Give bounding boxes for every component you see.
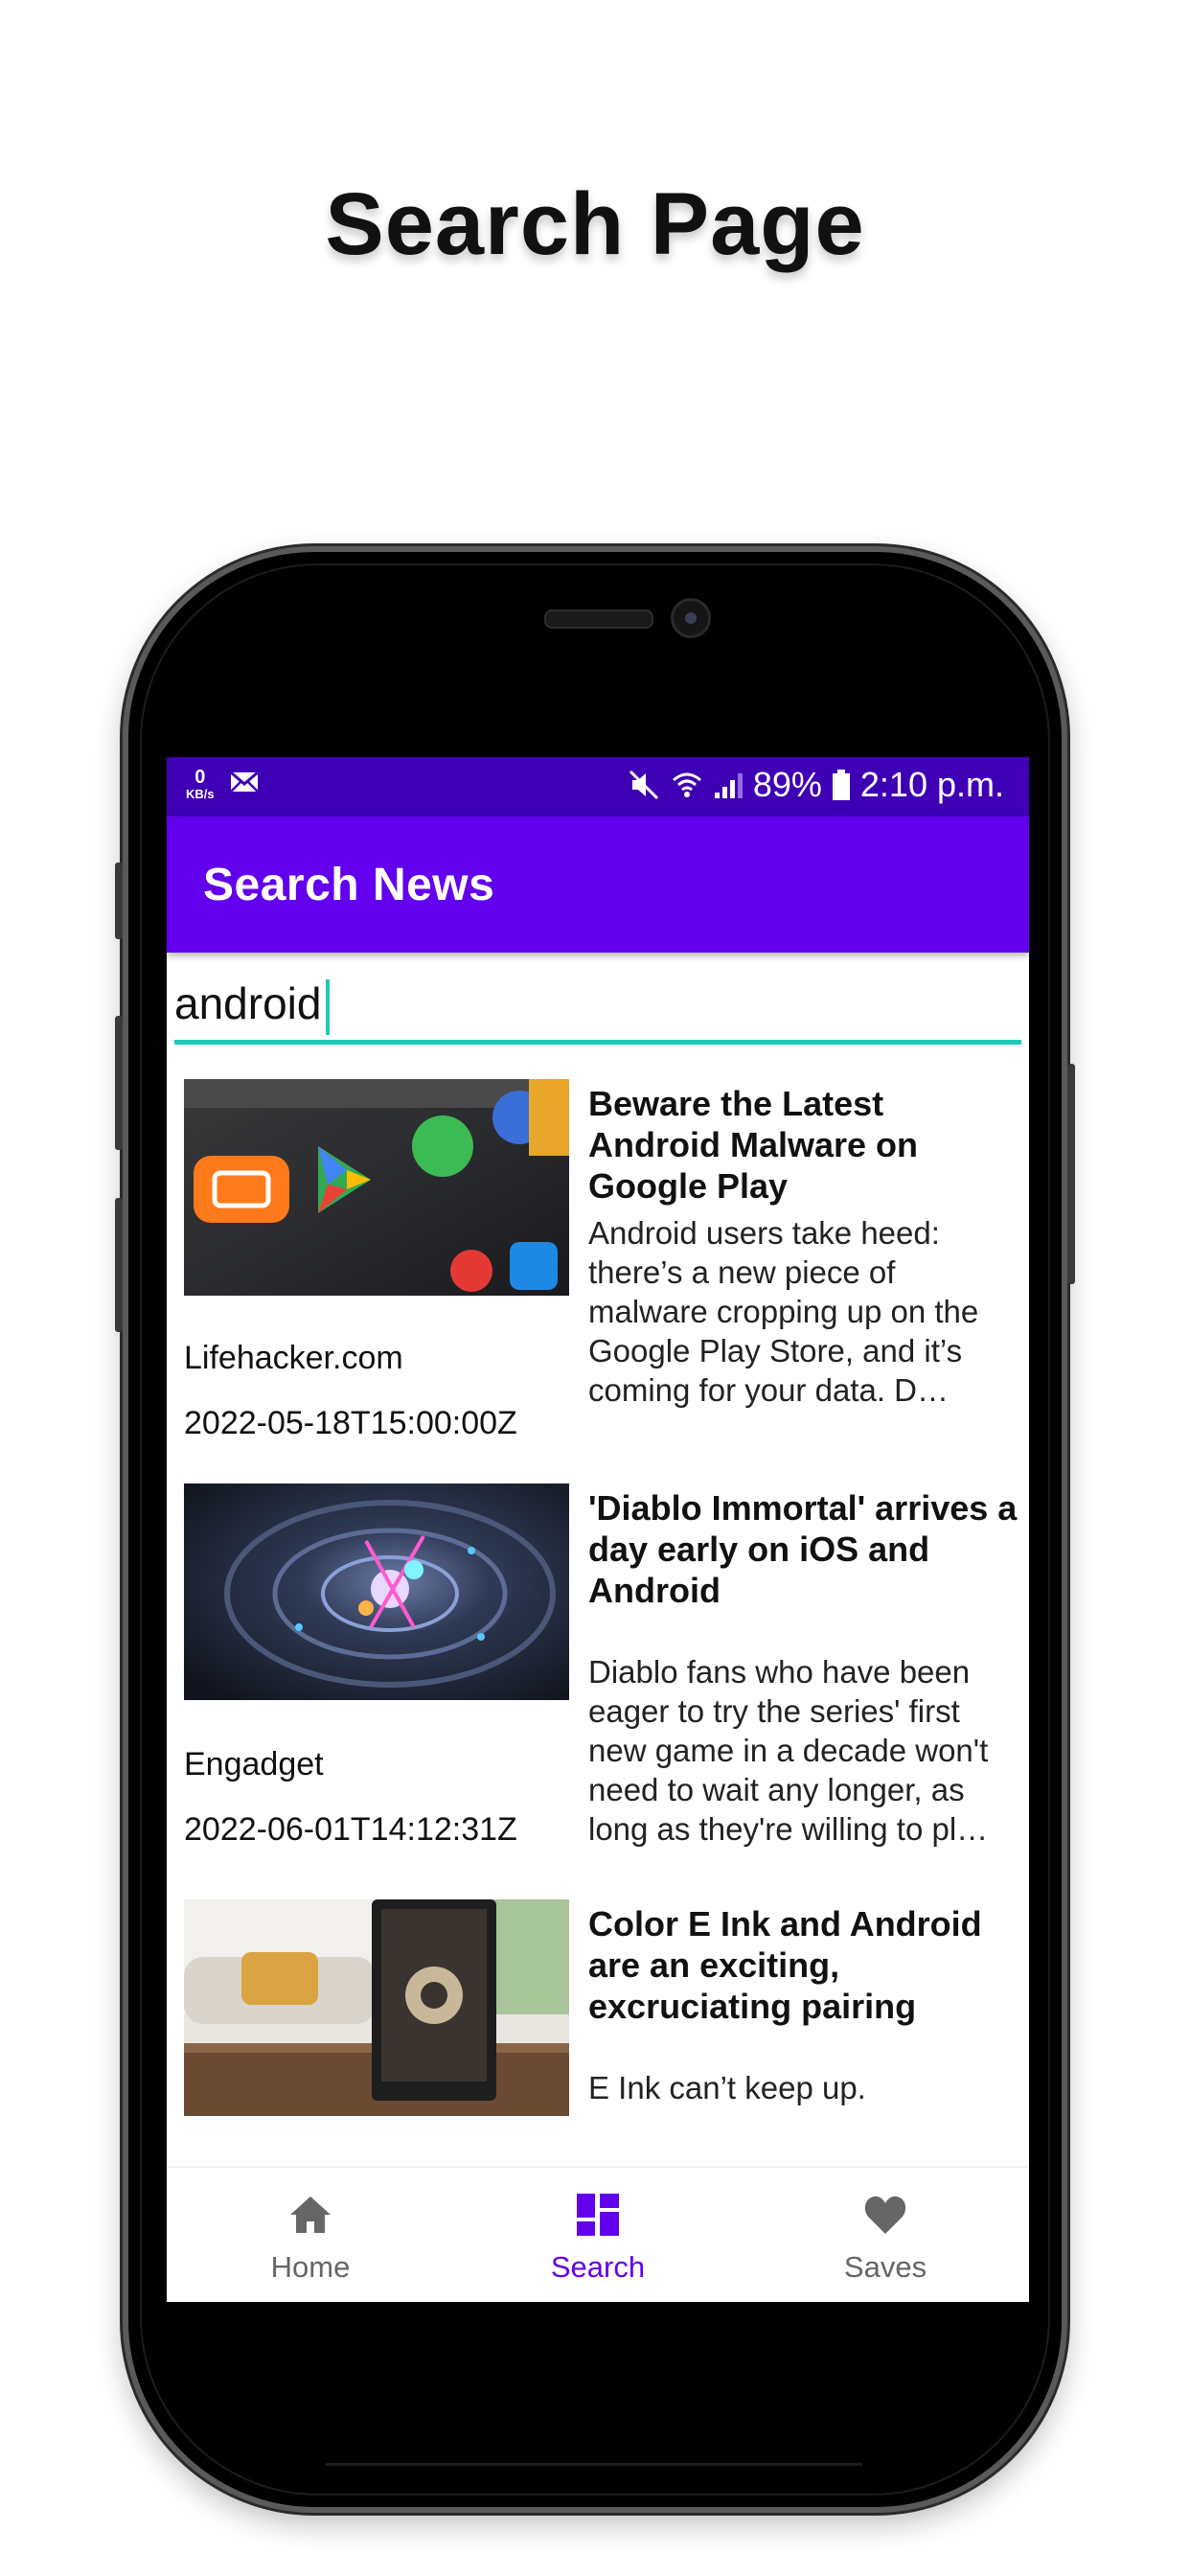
wifi-icon xyxy=(671,769,703,801)
promo-page: Search Page 0 KB/s 89% 2:10 p.m. Search … xyxy=(0,0,1190,2576)
nav-saves[interactable]: Saves xyxy=(742,2168,1029,2302)
network-speed-unit: KB/s xyxy=(186,787,215,801)
battery-icon xyxy=(832,769,851,801)
phone-side-button xyxy=(115,862,123,939)
article-thumbnail xyxy=(184,1484,569,1700)
article-card[interactable]: Engadget 2022-06-01T14:12:31Z 'Diablo Im… xyxy=(184,1484,1018,1876)
article-thumbnail xyxy=(184,1899,569,2116)
clock: 2:10 p.m. xyxy=(859,765,1004,804)
signal-icon xyxy=(713,770,744,800)
search-field[interactable] xyxy=(174,968,1021,1045)
article-source: Engadget xyxy=(184,1746,324,1782)
phone-power-button xyxy=(1067,1064,1075,1284)
phone-speaker xyxy=(544,610,653,629)
status-left: 0 KB/s xyxy=(186,767,259,801)
phone-volume-up xyxy=(115,1016,123,1150)
status-right: 89% 2:10 p.m. xyxy=(627,765,1004,805)
app-bar: Search News xyxy=(167,816,1029,953)
email-icon xyxy=(229,770,259,798)
home-icon xyxy=(286,2191,334,2239)
phone-camera xyxy=(671,598,711,638)
article-description: Android users take heed: there’s a new p… xyxy=(588,1215,979,1408)
article-title: 'Diablo Immortal' arrives a day early on… xyxy=(588,1488,1018,1610)
nav-search-label: Search xyxy=(550,2250,646,2284)
nav-home-label: Home xyxy=(270,2250,351,2284)
network-speed: 0 KB/s xyxy=(186,767,215,801)
article-date: 2022-05-18T15:00:00Z xyxy=(184,1405,517,1441)
article-thumbnail xyxy=(184,1079,569,1296)
article-card[interactable]: Color E Ink and Android are an exciting,… xyxy=(184,1899,1016,2158)
mute-icon xyxy=(627,768,661,802)
search-input[interactable] xyxy=(174,968,845,1039)
promo-title: Search Page xyxy=(325,175,865,273)
nav-saves-label: Saves xyxy=(843,2250,927,2284)
heart-icon xyxy=(861,2191,909,2239)
phone-bottom-edge xyxy=(326,2463,862,2466)
dashboard-icon xyxy=(574,2191,622,2239)
text-caret xyxy=(326,979,330,1035)
article-title: Beware the Latest Android Malware on Goo… xyxy=(588,1084,919,1206)
article-source: Lifehacker.com xyxy=(184,1340,403,1376)
article-description: E Ink can’t keep up. xyxy=(588,2070,866,2105)
phone-volume-down xyxy=(115,1198,123,1332)
article-description: Diablo fans who have been eager to try t… xyxy=(588,1654,989,1847)
article-date: 2022-06-01T14:12:31Z xyxy=(184,1811,517,1848)
status-bar: 0 KB/s 89% 2:10 p.m. xyxy=(167,757,1029,816)
nav-search[interactable]: Search xyxy=(454,2168,742,2302)
app-screen: 0 KB/s 89% 2:10 p.m. Search News android… xyxy=(167,757,1029,2302)
app-title: Search News xyxy=(203,860,495,910)
network-speed-value: 0 xyxy=(195,767,206,788)
battery-percent: 89% xyxy=(752,765,822,804)
nav-home[interactable]: Home xyxy=(167,2168,454,2302)
article-card[interactable]: Lifehacker.com 2022-05-18T15:00:00Z Bewa… xyxy=(184,1079,1016,1462)
bottom-navigation: Home Search Saves xyxy=(167,2166,1029,2302)
article-title: Color E Ink and Android are an exciting,… xyxy=(588,1904,982,2026)
